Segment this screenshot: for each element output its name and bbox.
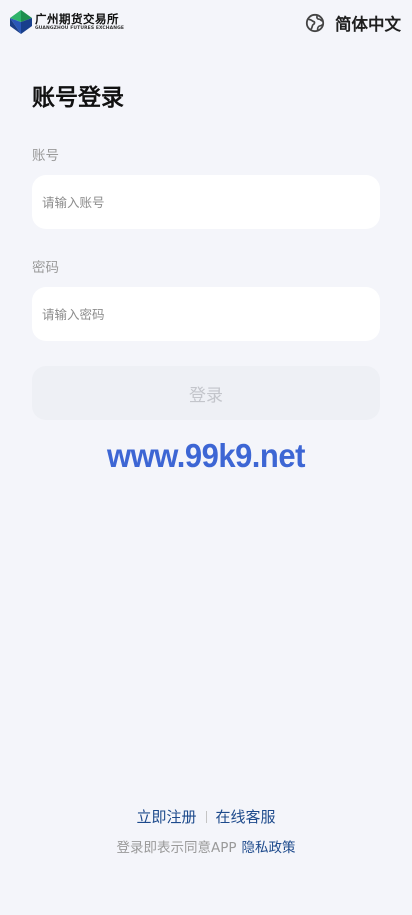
watermark-text: www.99k9.net (107, 436, 305, 475)
footer-links: 立即注册 在线客服 (0, 806, 412, 827)
page-title: 账号登录 (32, 85, 124, 111)
logo-name-cn: 广州期货交易所 (35, 11, 119, 26)
logo-name-en: GUANGZHOU FUTURES EXCHANGE (35, 25, 125, 31)
agreement: 登录即表示同意APP 隐私政策 (0, 836, 412, 856)
login-button[interactable]: 登录 (32, 366, 380, 420)
logo: 广州期货交易所 GUANGZHOU FUTURES EXCHANGE (9, 9, 124, 35)
logo-mark-icon (9, 9, 33, 35)
globe-icon (305, 13, 325, 33)
language-label: 简体中文 (335, 15, 401, 34)
online-service-link[interactable]: 在线客服 (216, 806, 276, 827)
login-page: 广州期货交易所 GUANGZHOU FUTURES EXCHANGE 简体中文 … (0, 0, 412, 915)
register-link[interactable]: 立即注册 (136, 806, 196, 827)
language-switcher[interactable]: 简体中文 (305, 11, 401, 35)
footer-divider (205, 810, 207, 823)
header: 广州期货交易所 GUANGZHOU FUTURES EXCHANGE 简体中文 (0, 0, 412, 48)
privacy-policy-link[interactable]: 隐私政策 (242, 840, 296, 856)
account-label: 账号 (32, 148, 59, 164)
account-input[interactable] (32, 175, 380, 229)
password-label: 密码 (32, 260, 59, 276)
agreement-text: 登录即表示同意APP (116, 840, 237, 856)
password-input[interactable] (32, 287, 380, 341)
